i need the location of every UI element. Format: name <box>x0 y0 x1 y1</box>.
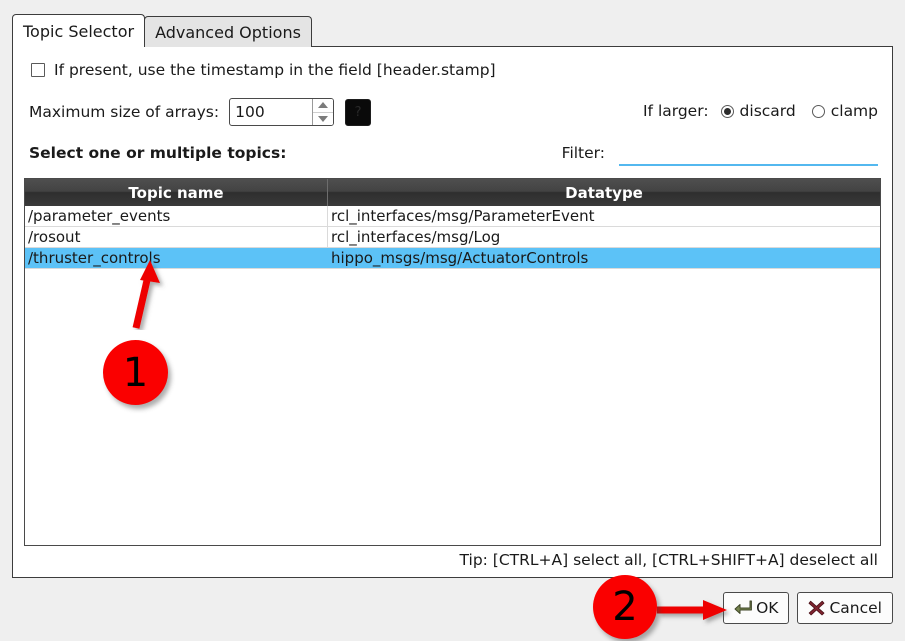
annotation-marker-2: 2 <box>593 575 657 639</box>
cancel-button-label: Cancel <box>829 599 882 617</box>
filter-input[interactable] <box>619 144 878 166</box>
tab-bar: Topic Selector Advanced Options <box>12 14 312 47</box>
select-topics-label: Select one or multiple topics: <box>29 144 287 162</box>
annotation-arrow-2 <box>657 600 727 620</box>
column-header-topic-name[interactable]: Topic name <box>25 179 328 206</box>
x-mark-icon <box>808 600 825 616</box>
tab-topic-selector[interactable]: Topic Selector <box>12 14 146 47</box>
radio-clamp-label: clamp <box>830 102 878 120</box>
table-header-row: Topic name Datatype <box>25 179 880 206</box>
cell-topic-name: /thruster_controls <box>25 248 328 268</box>
radio-unselected-icon[interactable] <box>811 104 825 118</box>
cell-datatype: rcl_interfaces/msg/ParameterEvent <box>331 207 595 225</box>
timestamp-option-row[interactable]: If present, use the timestamp in the fie… <box>31 61 496 79</box>
cancel-button[interactable]: Cancel <box>797 592 893 624</box>
table-row[interactable]: /rosout rcl_interfaces/msg/Log <box>25 227 880 248</box>
tab-advanced-options[interactable]: Advanced Options <box>144 16 312 47</box>
spinner-up-button[interactable] <box>313 99 334 113</box>
annotation-marker-2-label: 2 <box>612 584 638 630</box>
max-array-size-spinner[interactable] <box>229 98 335 126</box>
spinner-buttons[interactable] <box>312 99 334 126</box>
enter-arrow-icon <box>734 600 753 616</box>
annotation-marker-1-label: 1 <box>122 349 149 396</box>
color-swatch-button[interactable]: ? <box>345 98 372 126</box>
if-larger-label: If larger: <box>642 102 709 120</box>
spinner-down-button[interactable] <box>313 113 333 126</box>
chevron-up-icon <box>318 102 329 109</box>
tip-text: Tip: [CTRL+A] select all, [CTRL+SHIFT+A]… <box>459 551 878 569</box>
table-row[interactable]: /parameter_events rcl_interfaces/msg/Par… <box>25 206 880 227</box>
cell-datatype: rcl_interfaces/msg/Log <box>331 228 501 246</box>
radio-clamp[interactable]: clamp <box>811 102 878 120</box>
cell-topic-name: /rosout <box>25 227 328 247</box>
radio-discard-label: discard <box>739 102 796 120</box>
if-larger-row: If larger: discard clamp <box>643 102 878 120</box>
cell-datatype: hippo_msgs/msg/ActuatorControls <box>331 249 589 267</box>
max-array-size-row: Maximum size of arrays: ? <box>29 98 372 126</box>
max-array-size-input[interactable] <box>230 99 313 125</box>
radio-selected-icon[interactable] <box>720 104 734 118</box>
annotation-arrow-1 <box>132 260 160 329</box>
dialog-button-bar: OK Cancel <box>723 592 893 624</box>
checkbox-unchecked-icon[interactable] <box>31 63 45 77</box>
column-header-datatype[interactable]: Datatype <box>328 179 880 206</box>
radio-discard[interactable]: discard <box>720 102 796 120</box>
chevron-down-icon <box>318 115 329 122</box>
timestamp-option-label: If present, use the timestamp in the fie… <box>54 61 496 79</box>
cell-topic-name: /parameter_events <box>25 206 328 226</box>
filter-row: Filter: <box>562 144 878 166</box>
max-array-size-label: Maximum size of arrays: <box>29 103 220 121</box>
ok-button-label: OK <box>756 599 779 617</box>
ok-button[interactable]: OK <box>723 592 790 624</box>
filter-label: Filter: <box>561 144 605 162</box>
annotation-marker-1: 1 <box>103 340 168 405</box>
